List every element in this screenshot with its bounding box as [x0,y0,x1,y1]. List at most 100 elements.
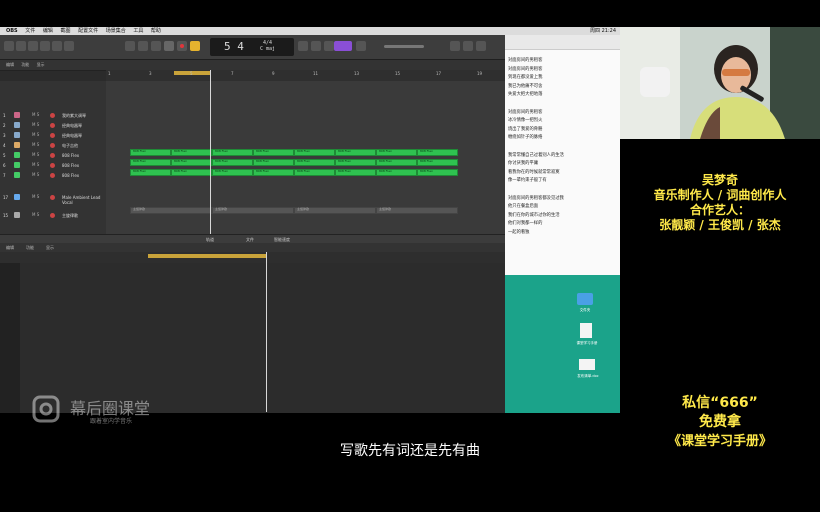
menu-edit[interactable]: 编辑 [6,62,14,67]
document-icon[interactable] [580,323,592,338]
record-enable-button[interactable] [50,163,55,168]
midi-region[interactable]: 808 Flex [212,159,253,166]
midi-region[interactable]: 808 Flex [376,169,417,176]
record-enable-button[interactable] [50,213,55,218]
midi-region[interactable]: 808 Flex [212,169,253,176]
library-button[interactable] [4,41,14,51]
midi-region[interactable]: 808 Flex [130,169,171,176]
record-enable-button[interactable] [50,153,55,158]
inspector-button[interactable] [16,41,26,51]
mute-solo-buttons[interactable]: M S [32,152,52,158]
record-enable-button[interactable] [50,143,55,148]
track-header[interactable]: 15 M S 主旋律歌 [0,211,106,220]
midi-region[interactable]: 808 Flex [130,159,171,166]
master-volume-slider[interactable] [384,45,424,48]
editor-ruler[interactable] [0,252,505,263]
midi-region[interactable]: 808 Flex [294,149,335,156]
folder-icon[interactable] [577,293,593,305]
mute-solo-buttons[interactable]: M S [32,212,52,218]
mute-solo-buttons[interactable]: M S [32,172,52,178]
menu-item-obs[interactable]: OBS [6,28,18,34]
solo-button[interactable] [356,41,366,51]
track-name[interactable]: 808 Flex [62,173,79,178]
forward-button[interactable] [138,41,148,51]
mute-solo-buttons[interactable]: M S [32,112,52,118]
track-header[interactable]: 4 M S 电子吉他 [0,141,106,150]
midi-region[interactable]: 808 Flex [171,149,212,156]
midi-region[interactable]: 808 Flex [253,149,294,156]
midi-region[interactable]: 808 Flex [376,149,417,156]
editor-cycle-region[interactable] [148,254,266,258]
loop-browser-button[interactable] [463,41,473,51]
editor-playhead[interactable] [266,252,267,412]
midi-region[interactable]: 808 Flex [335,159,376,166]
track-header[interactable]: 7 M S 808 Flex [0,171,106,180]
menu-item-scene-collection[interactable]: 场景集合 [106,28,126,34]
tuner-button[interactable] [298,41,308,51]
mute-solo-buttons[interactable]: M S [32,142,52,148]
track-name[interactable]: 我的紫大调琴 [62,113,86,119]
playhead[interactable] [210,70,211,235]
metronome-button[interactable] [324,41,334,51]
midi-region[interactable]: 808 Flex [376,159,417,166]
audio-region[interactable]: 主旋律歌 [130,207,212,214]
midi-region[interactable]: 808 Flex [294,159,335,166]
mute-solo-buttons[interactable]: M S [32,122,52,128]
midi-region[interactable]: 808 Flex [335,169,376,176]
editor-grid[interactable] [20,263,505,413]
smart-tempo-button[interactable] [334,41,352,51]
menu-view[interactable]: 显示 [37,62,45,67]
midi-region[interactable]: 808 Flex [417,159,458,166]
midi-region[interactable]: 808 Flex [171,169,212,176]
menu-item-edit[interactable]: 编辑 [43,28,53,34]
mute-solo-buttons[interactable]: M S [32,132,52,138]
track-name[interactable]: 电子吉他 [62,143,78,149]
track-header[interactable]: 6 M S 808 Flex [0,161,106,170]
track-header[interactable]: 17 M S Male Ambient Lead Vocal [0,193,106,205]
record-button[interactable] [177,41,187,51]
menu-item-tools[interactable]: 工具 [133,28,143,34]
midi-region[interactable]: 808 Flex [130,149,171,156]
record-enable-button[interactable] [50,133,55,138]
notes-window[interactable]: 对面房间的男租客 对面房间的男租客 到现在都没爱上我 我已为他痛不可舍 失爱大把大把地落… [505,35,620,275]
record-enable-button[interactable] [50,173,55,178]
track-name[interactable]: 经典电器琴 [62,123,82,129]
midi-region[interactable]: 808 Flex [253,159,294,166]
record-enable-button[interactable] [50,123,55,128]
midi-region[interactable]: 808 Flex [294,169,335,176]
mute-solo-buttons[interactable]: M S [32,194,52,200]
midi-region[interactable]: 808 Flex [253,169,294,176]
help-button[interactable] [28,41,38,51]
lcd-display[interactable]: 5 4 4/4 C maj [210,38,294,56]
file-icon[interactable] [579,359,595,370]
track-header[interactable]: 5 M S 808 Flex [0,151,106,160]
audio-region[interactable]: 主旋律歌 [294,207,376,214]
editor-menu-view[interactable]: 显示 [46,243,54,252]
midi-region[interactable]: 808 Flex [335,149,376,156]
go-to-start-button[interactable] [151,41,161,51]
cycle-button[interactable] [190,41,200,51]
menu-item-file[interactable]: 文件 [25,28,35,34]
record-enable-button[interactable] [50,113,55,118]
arrange-area[interactable]: 808 Flex 808 Flex 808 Flex 808 Flex 808 Flex… [106,81,505,234]
track-header[interactable]: 1 M S 我的紫大调琴 [0,111,106,120]
browser-button[interactable] [476,41,486,51]
track-name[interactable]: 主旋律歌 [62,213,78,219]
settings-button[interactable] [40,41,50,51]
midi-region[interactable]: 808 Flex [417,169,458,176]
track-name[interactable]: 经典电器琴 [62,133,82,139]
audio-region[interactable]: 主旋律歌 [376,207,458,214]
track-name[interactable]: 808 Flex [62,163,79,168]
mute-solo-buttons[interactable]: M S [32,162,52,168]
menu-functions[interactable]: 功能 [21,62,29,67]
editors-button[interactable] [64,41,74,51]
audio-region[interactable]: 主旋律歌 [212,207,294,214]
track-name[interactable]: 808 Flex [62,153,79,158]
midi-region[interactable]: 808 Flex [171,159,212,166]
track-name[interactable]: Male Ambient Lead Vocal [62,195,106,205]
midi-region[interactable]: 808 Flex [212,149,253,156]
play-button[interactable] [164,41,174,51]
editor-keyboard[interactable] [0,263,20,413]
editor-menu-functions[interactable]: 功能 [26,243,34,252]
notepad-button[interactable] [450,41,460,51]
